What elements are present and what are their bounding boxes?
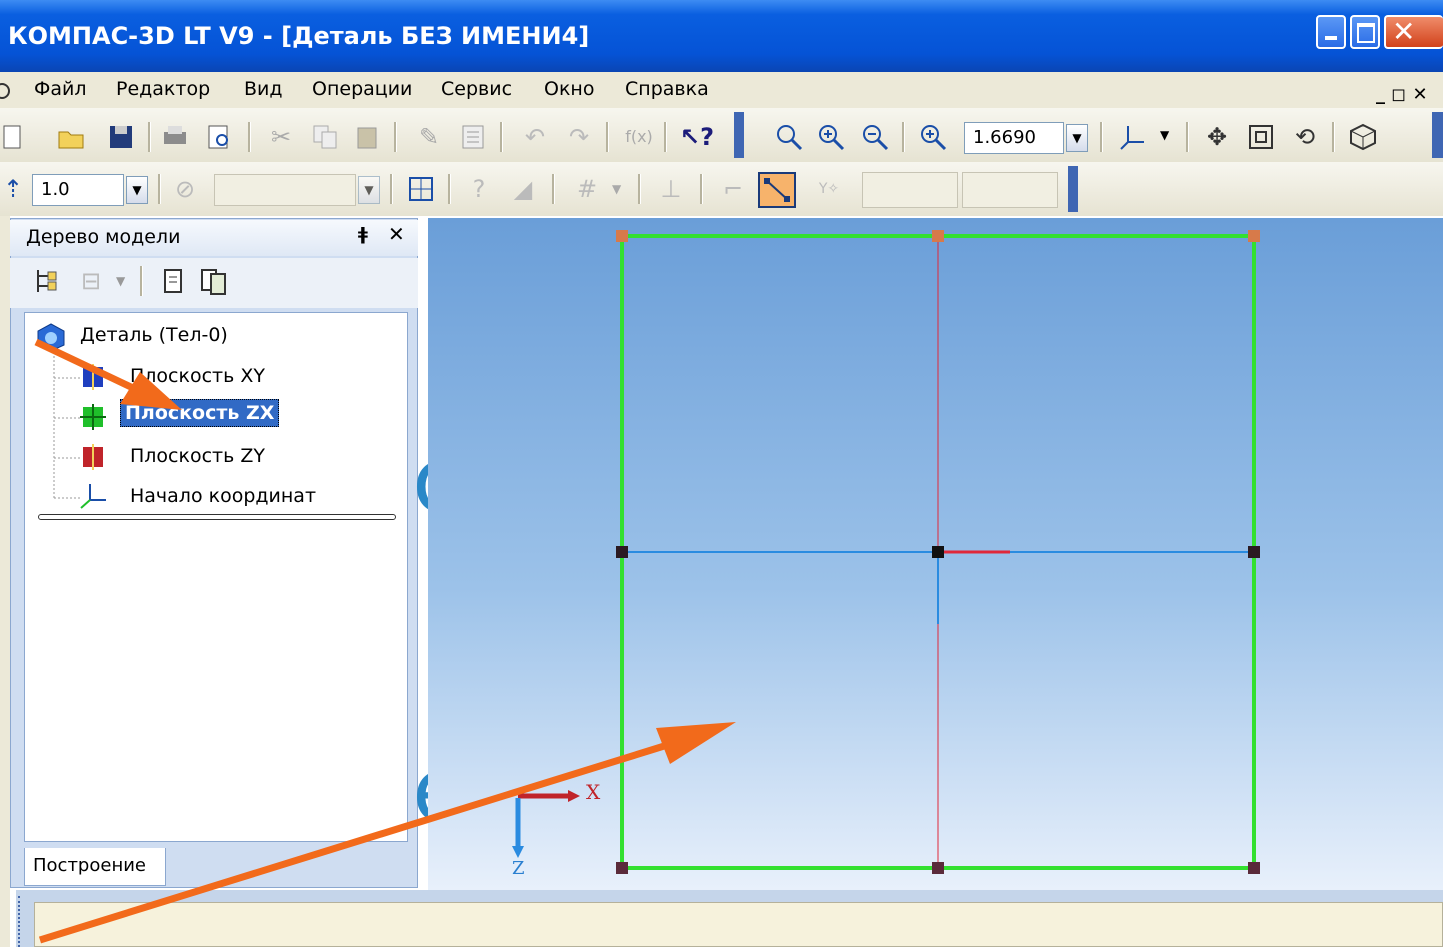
annotation-arrowhead-viewport [656,722,736,764]
annotation-arrowhead-tree [120,372,182,410]
annotation-arrow-viewport [38,734,692,944]
annotation-overlay [34,338,736,944]
